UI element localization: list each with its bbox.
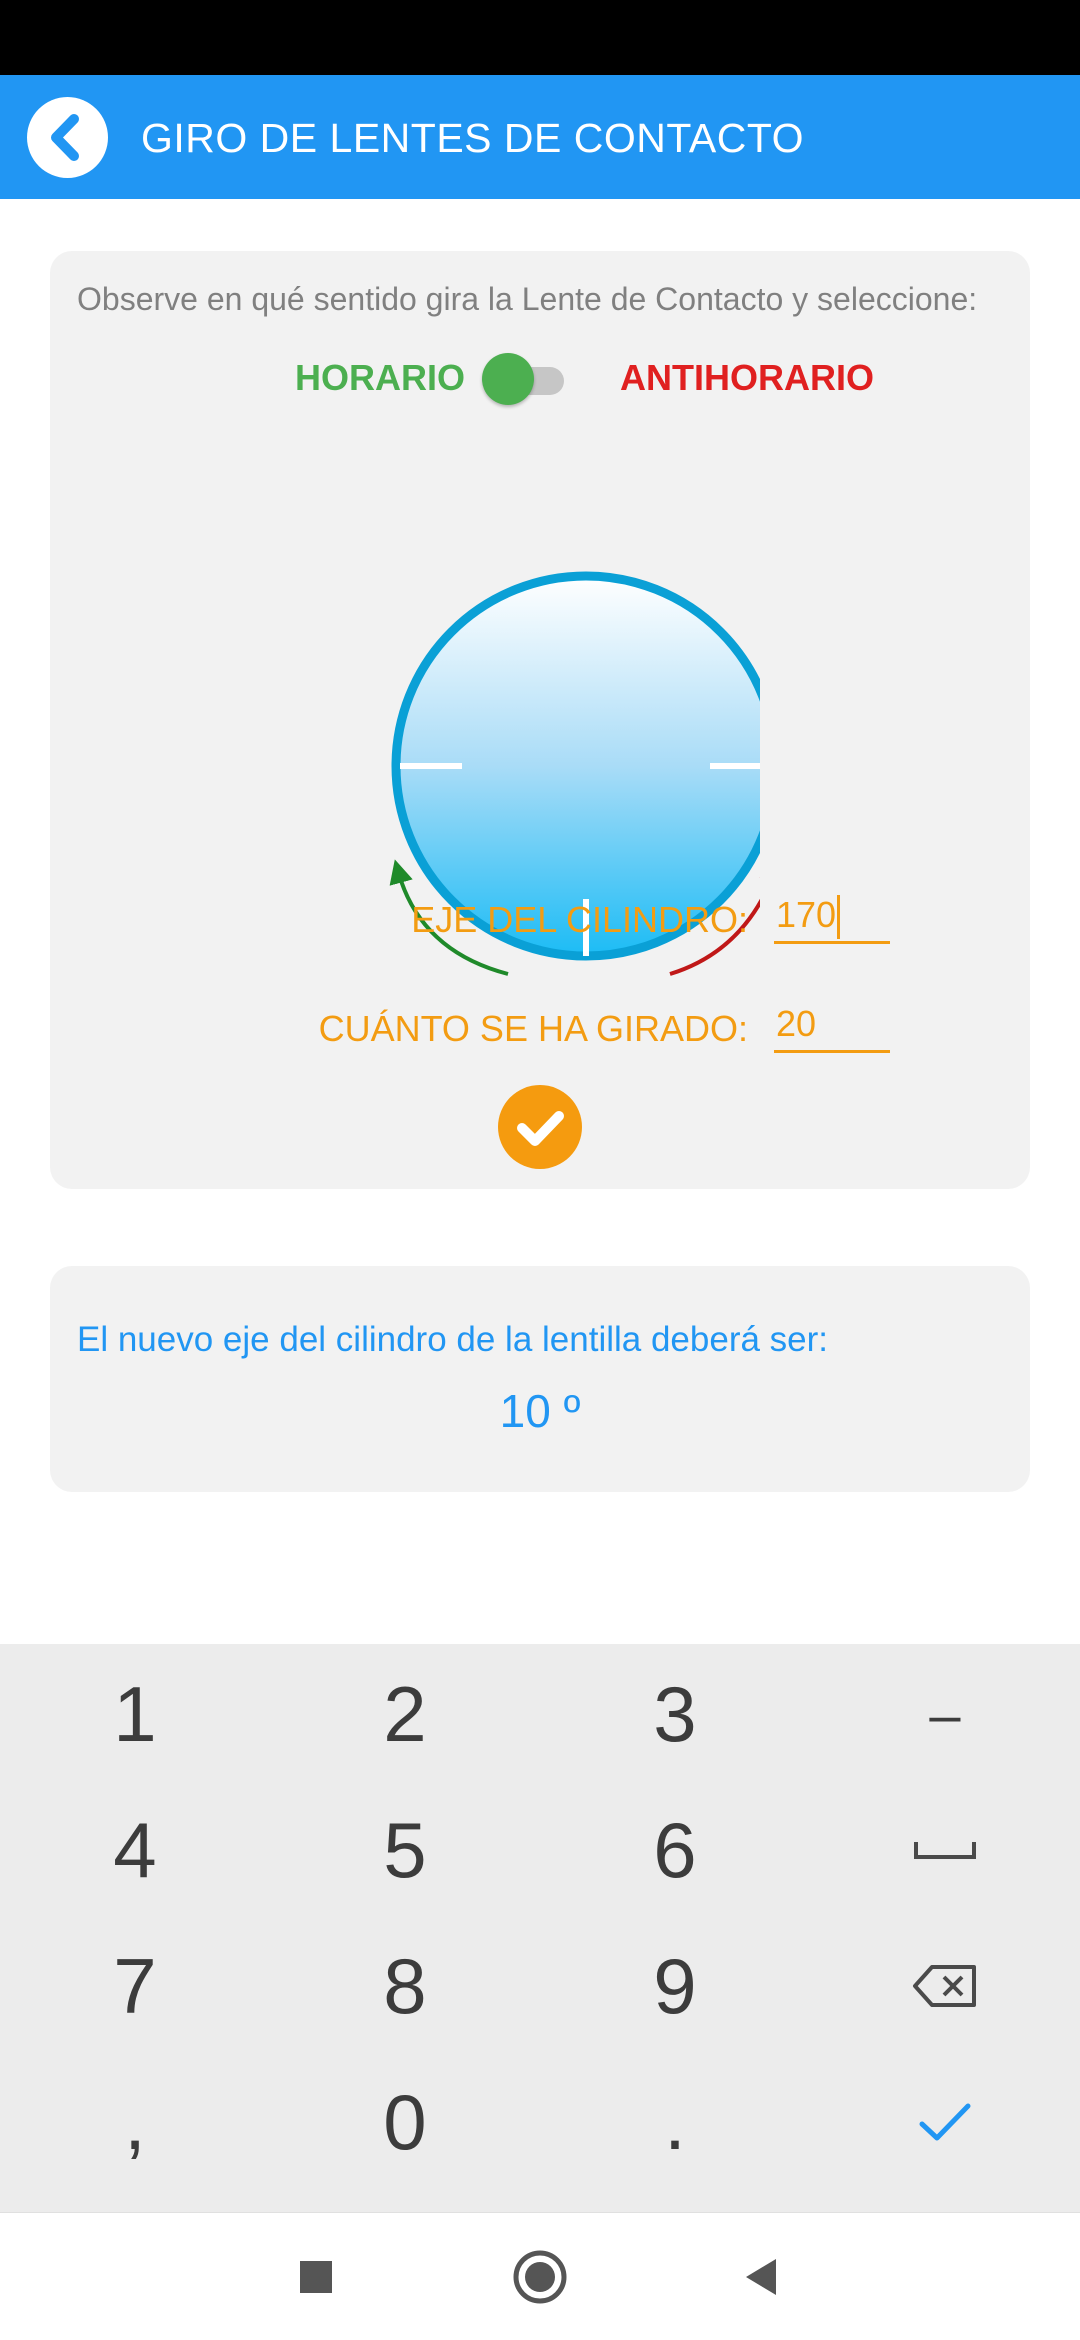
status-bar [0,0,1080,75]
rotation-card: Observe en qué sentido gira la Lente de … [50,251,1030,1189]
chevron-left-icon [51,114,79,161]
instruction-text: Observe en qué sentido gira la Lente de … [77,281,978,317]
clockwise-label: HORARIO [295,357,465,398]
result-text: El nuevo eje del cilindro de la lentilla… [77,1320,829,1359]
key-period[interactable]: . [540,2054,810,2190]
key-backspace[interactable] [810,1918,1080,2054]
lens-dial [320,411,760,1091]
cylinder-axis-input[interactable]: 170 [774,890,890,944]
confirm-button[interactable] [498,1085,582,1169]
key-3[interactable]: 3 [540,1646,810,1782]
home-button[interactable] [508,2245,572,2309]
key-7[interactable]: 7 [0,1918,270,2054]
key-1[interactable]: 1 [0,1646,270,1782]
key-9[interactable]: 9 [540,1918,810,2054]
back-triangle-icon [746,2259,776,2295]
key-space[interactable] [810,1782,1080,1918]
numeric-keyboard: 1 2 3 – 4 5 6 7 8 9 , 0 . [0,1644,1080,2212]
key-8[interactable]: 8 [270,1918,540,2054]
back-nav-button[interactable] [730,2245,794,2309]
recents-button[interactable] [284,2245,348,2309]
toggle-thumb [482,353,534,405]
rotation-amount-value: 20 [776,1003,817,1044]
space-bar-icon [914,1842,976,1859]
key-6[interactable]: 6 [540,1782,810,1918]
text-cursor [837,895,841,940]
rotation-amount-label: CUÁNTO SE HA GIRADO: [318,1008,748,1049]
page-title: GIRO DE LENTES DE CONTACTO [141,115,805,161]
recents-square-icon [300,2261,332,2293]
system-nav-bar [0,2212,1080,2340]
cylinder-axis-value: 170 [776,894,837,935]
check-icon [919,2103,971,2141]
back-button[interactable] [27,97,108,178]
rotation-amount-input[interactable]: 20 [774,999,890,1053]
result-value: 10 º [499,1385,581,1437]
key-4[interactable]: 4 [0,1782,270,1918]
key-2[interactable]: 2 [270,1646,540,1782]
key-done[interactable] [810,2054,1080,2190]
cylinder-axis-label: EJE DEL CILINDRO: [411,899,748,940]
screen: GIRO DE LENTES DE CONTACTO Observe en qu… [0,0,1080,2340]
direction-toggle[interactable] [482,351,572,405]
key-comma[interactable]: , [0,2054,270,2190]
key-5[interactable]: 5 [270,1782,540,1918]
key-minus[interactable]: – [810,1646,1080,1782]
key-0[interactable]: 0 [270,2054,540,2190]
backspace-icon [913,1965,976,2007]
result-card: El nuevo eje del cilindro de la lentilla… [50,1266,1030,1492]
home-circle-icon [513,2250,567,2304]
counterclockwise-label: ANTIHORARIO [620,357,874,398]
app-bar: GIRO DE LENTES DE CONTACTO [0,75,1080,199]
check-circle-icon [517,1111,564,1146]
